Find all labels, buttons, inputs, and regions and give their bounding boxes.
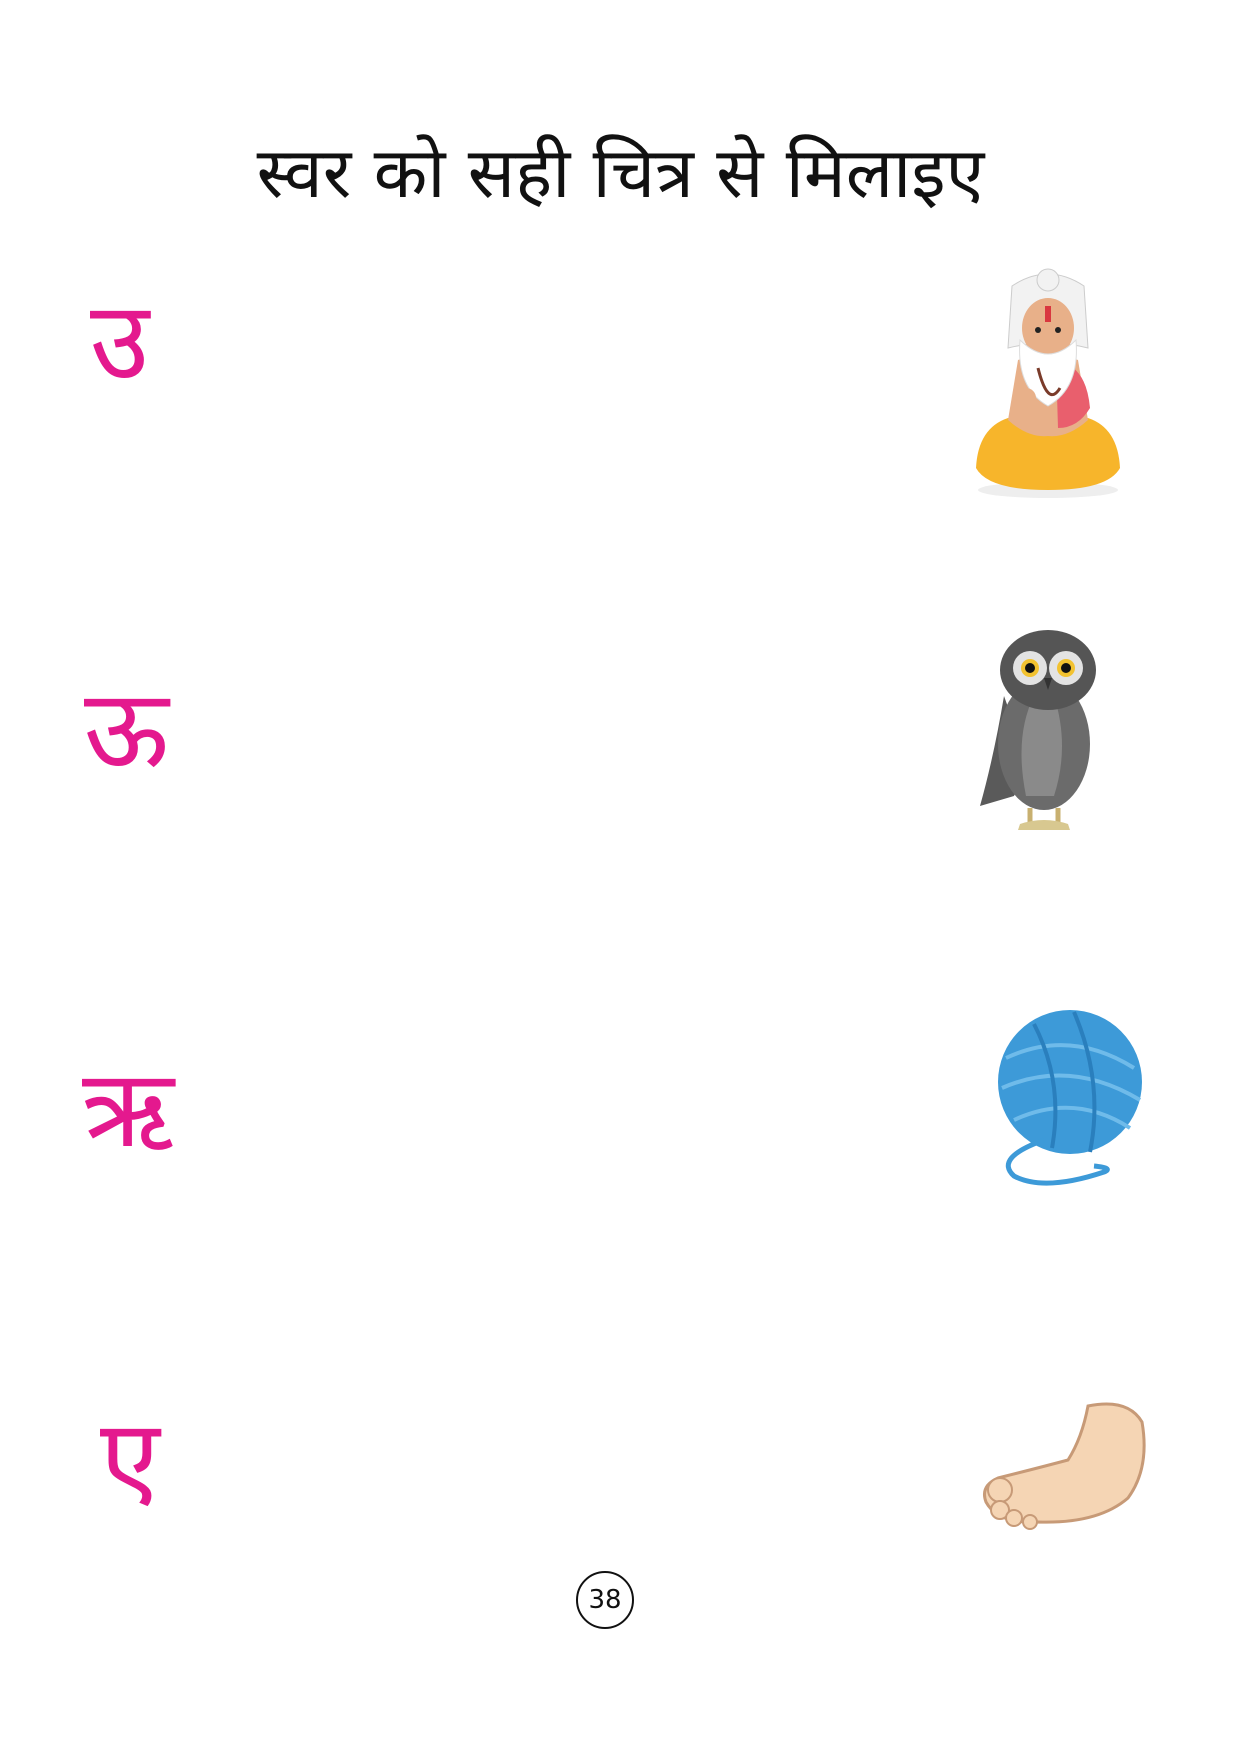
page-number: 38 (576, 1571, 634, 1629)
vowel-u: उ (90, 279, 150, 404)
sage-icon (976, 268, 1120, 498)
page-title: स्वर को सही चित्र से मिलाइए (256, 132, 985, 214)
vowel-e: ए (100, 1397, 160, 1522)
vowel-ri: ऋ (82, 1047, 175, 1172)
foot-icon (983, 1402, 1146, 1530)
yarn-ball-icon (998, 1010, 1142, 1186)
owl-icon (980, 630, 1096, 830)
vowel-uu: ऊ (84, 667, 169, 792)
